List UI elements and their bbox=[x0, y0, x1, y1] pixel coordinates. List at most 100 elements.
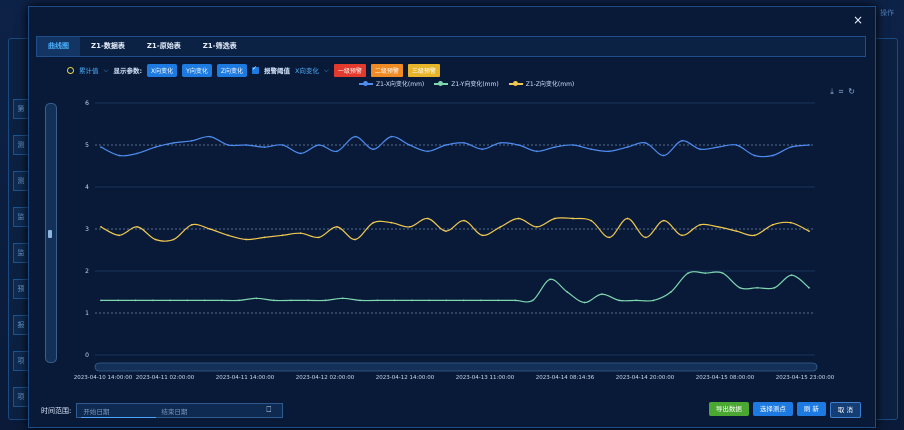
data-point bbox=[572, 217, 574, 220]
data-point bbox=[553, 146, 556, 149]
data-point bbox=[408, 226, 411, 228]
data-point bbox=[299, 152, 302, 155]
data-point bbox=[445, 144, 447, 146]
data-point bbox=[154, 238, 157, 241]
date-range-input[interactable]: 开始日期 结束日期 ⎕ bbox=[76, 403, 284, 418]
background-nav-item: 项 bbox=[13, 387, 29, 407]
export-button[interactable]: 导出数据 bbox=[708, 402, 749, 416]
data-point bbox=[190, 223, 193, 226]
data-point bbox=[118, 154, 121, 157]
data-point bbox=[172, 142, 175, 144]
data-point bbox=[681, 234, 683, 237]
data-point bbox=[272, 299, 275, 302]
data-point bbox=[514, 299, 517, 302]
data-point bbox=[281, 234, 284, 237]
series-line-3 bbox=[100, 217, 810, 242]
data-point bbox=[245, 238, 248, 241]
data-point bbox=[717, 226, 720, 228]
data-point bbox=[499, 142, 502, 144]
background-nav-item: 项 bbox=[13, 351, 29, 371]
data-point bbox=[735, 144, 738, 146]
data-point bbox=[608, 236, 611, 239]
background-action-label: 操作 bbox=[880, 9, 894, 17]
data-point bbox=[756, 286, 759, 289]
range-label: 时间范围: bbox=[41, 406, 72, 415]
x-tick-label: 2023-04-12 02:00:00 bbox=[296, 375, 355, 381]
data-point bbox=[410, 299, 413, 302]
data-point bbox=[307, 299, 310, 302]
calendar-icon[interactable]: ⎕ bbox=[261, 405, 278, 415]
data-point bbox=[172, 238, 175, 241]
data-point bbox=[463, 219, 465, 222]
x-tick-label: 2023-04-14 20:00:00 bbox=[616, 375, 675, 381]
data-point bbox=[238, 299, 241, 302]
background-nav-item: 报 bbox=[13, 315, 29, 335]
background-nav-item: 预 bbox=[13, 279, 29, 299]
data-point bbox=[535, 150, 538, 153]
data-point bbox=[626, 217, 629, 220]
data-point bbox=[735, 230, 738, 233]
data-point bbox=[209, 228, 211, 230]
y-tick-label: 2 bbox=[85, 268, 89, 275]
data-point bbox=[227, 144, 229, 146]
data-point bbox=[354, 238, 357, 241]
series-line-2 bbox=[101, 271, 810, 304]
data-point bbox=[227, 234, 229, 237]
refresh-button[interactable]: 刷 新 bbox=[796, 402, 826, 416]
data-point bbox=[169, 299, 171, 302]
y-tick-label: 5 bbox=[85, 142, 89, 149]
select-points-button[interactable]: 选择测点 bbox=[752, 402, 793, 416]
data-point bbox=[426, 150, 429, 153]
background-right-panel bbox=[874, 38, 898, 420]
data-point bbox=[203, 299, 206, 302]
data-point bbox=[699, 223, 701, 226]
data-point bbox=[626, 146, 629, 149]
data-point bbox=[771, 223, 774, 226]
data-point bbox=[517, 217, 520, 220]
data-point bbox=[281, 144, 284, 146]
end-date-input[interactable]: 结束日期 bbox=[155, 406, 193, 416]
action-buttons: 导出数据 选择测点 刷 新 取 消 bbox=[708, 402, 861, 418]
x-tick-label: 2023-04-11 14:00:00 bbox=[216, 375, 275, 381]
x-tick-label: 2023-04-11 02:00:00 bbox=[136, 375, 195, 381]
background-nav-item: 监 bbox=[13, 207, 29, 227]
data-point bbox=[263, 236, 266, 239]
data-point bbox=[590, 219, 593, 222]
x-tick-label: 2023-04-14 08:14:36 bbox=[536, 375, 595, 381]
x-tick-label: 2023-04-15 08:00:00 bbox=[696, 375, 755, 381]
data-point bbox=[635, 299, 638, 302]
data-point bbox=[517, 144, 520, 146]
data-point bbox=[324, 299, 327, 302]
x-tick-label: 2023-04-12 14:00:00 bbox=[376, 375, 435, 381]
data-point bbox=[808, 144, 810, 146]
y-tick-label: 1 bbox=[85, 310, 89, 317]
data-point bbox=[687, 272, 690, 274]
data-point bbox=[600, 293, 603, 295]
data-point bbox=[789, 146, 792, 149]
start-date-input[interactable]: 开始日期 bbox=[77, 406, 115, 416]
data-point bbox=[341, 297, 344, 300]
data-point bbox=[354, 135, 357, 138]
data-point bbox=[808, 230, 810, 233]
data-point bbox=[209, 135, 211, 138]
data-point bbox=[426, 217, 429, 220]
cancel-button[interactable]: 取 消 bbox=[829, 402, 861, 418]
data-point bbox=[566, 291, 569, 293]
data-point bbox=[134, 299, 137, 302]
data-point bbox=[393, 299, 396, 302]
data-point bbox=[590, 148, 593, 151]
data-point bbox=[789, 221, 792, 224]
data-point bbox=[408, 144, 411, 146]
data-point bbox=[808, 286, 810, 289]
data-point bbox=[263, 146, 266, 149]
data-point bbox=[681, 139, 683, 142]
data-point bbox=[608, 150, 611, 153]
data-point bbox=[771, 154, 774, 157]
y-tick-label: 6 bbox=[85, 100, 89, 107]
data-point bbox=[245, 144, 248, 146]
data-point bbox=[462, 299, 465, 302]
data-point bbox=[100, 299, 102, 302]
data-point bbox=[255, 297, 258, 300]
data-point bbox=[644, 142, 647, 144]
data-point bbox=[290, 299, 292, 302]
